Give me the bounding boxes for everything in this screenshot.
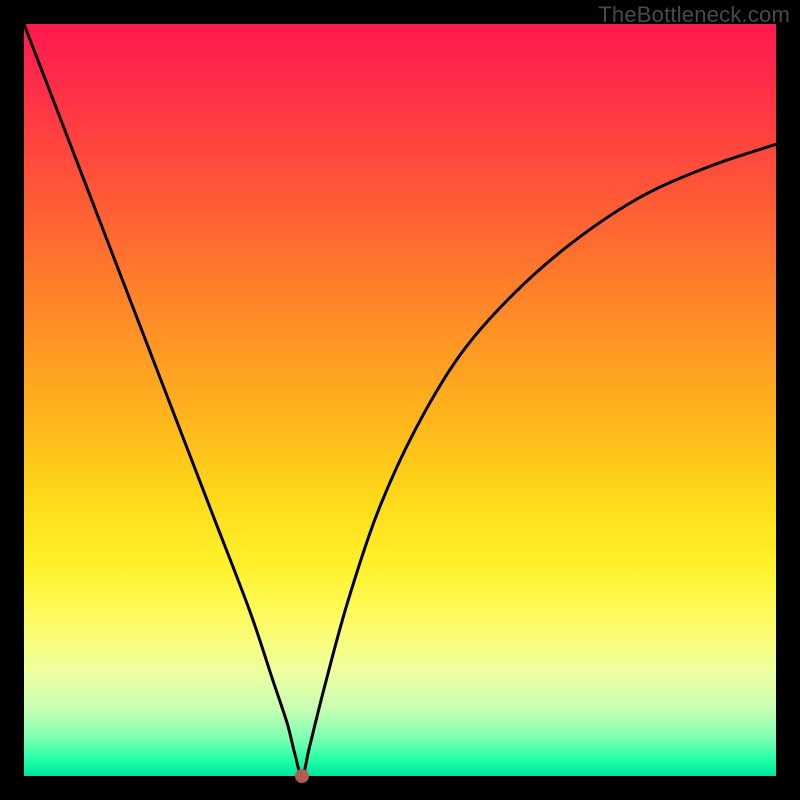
minimum-marker bbox=[295, 769, 309, 783]
plot-area bbox=[24, 24, 776, 776]
bottleneck-curve bbox=[24, 24, 776, 776]
curve-path bbox=[24, 24, 776, 776]
chart-stage: TheBottleneck.com bbox=[0, 0, 800, 800]
watermark-text: TheBottleneck.com bbox=[598, 2, 790, 28]
